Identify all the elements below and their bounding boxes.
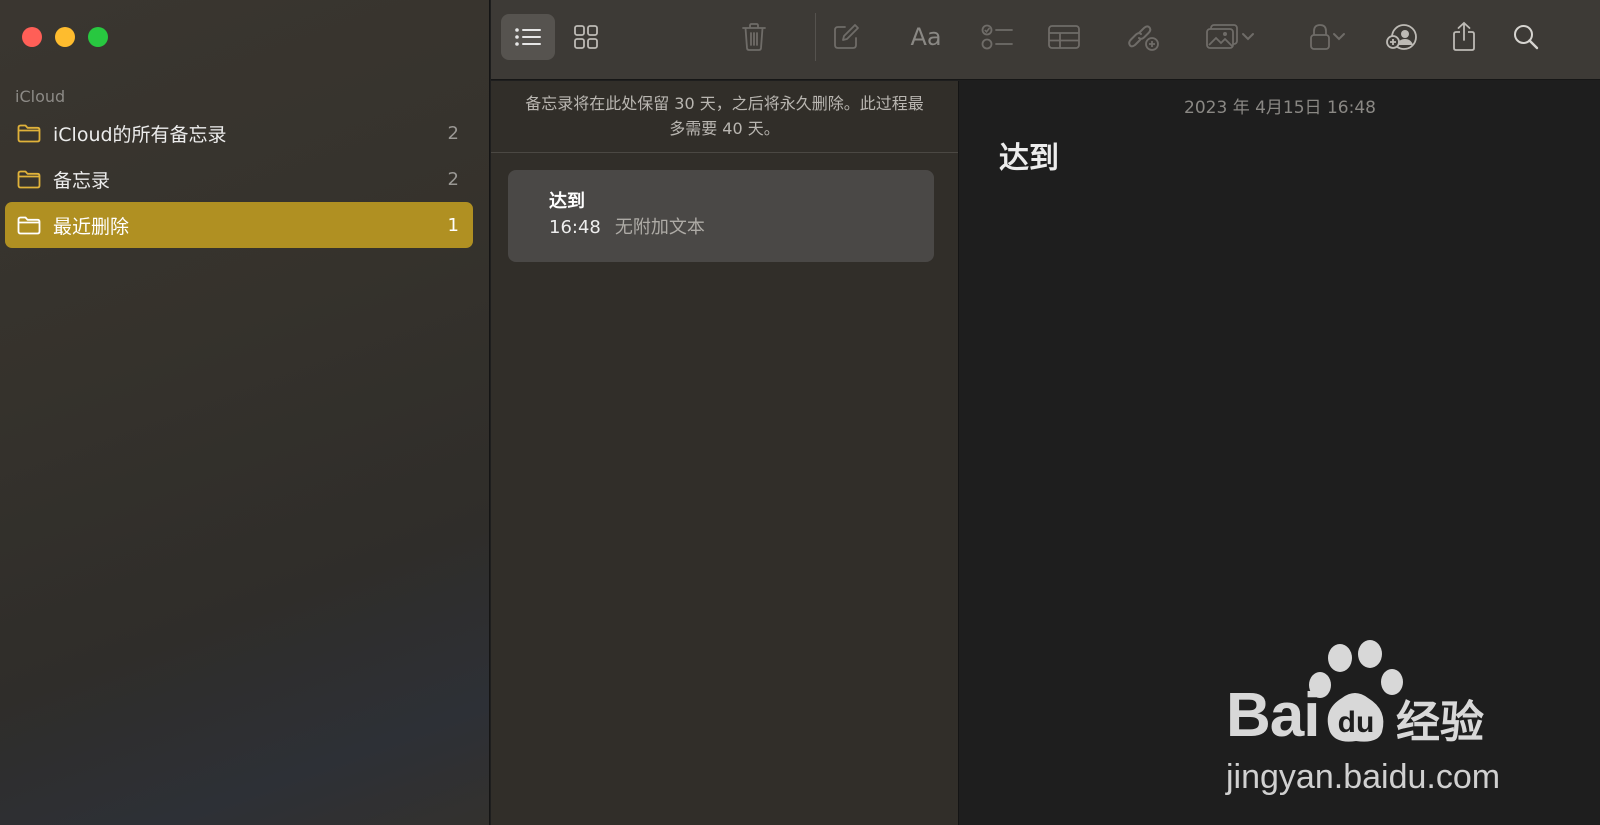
search-icon xyxy=(1514,25,1539,50)
note-time: 16:48 xyxy=(549,217,601,238)
sidebar-item-label: 备忘录 xyxy=(53,169,111,192)
toolbar: Aa xyxy=(491,0,1600,80)
format-button[interactable]: Aa xyxy=(901,14,951,60)
minimize-window-button[interactable] xyxy=(55,27,75,47)
folder-icon xyxy=(17,215,43,235)
new-note-button[interactable] xyxy=(823,14,869,60)
note-preview: 无附加文本 xyxy=(614,217,705,238)
notes-window: iCloud iCloud的所有备忘录 2 备忘录 2 最近删除 1 Aa 备忘… xyxy=(0,0,1600,825)
toolbar-divider xyxy=(815,13,816,61)
baidu-jingyan-watermark: du Bai 经验 jingyan.baidu.com xyxy=(1226,640,1526,800)
share-icon xyxy=(1453,21,1475,51)
media-menu-button[interactable] xyxy=(1195,14,1265,60)
sidebar-item-recently-deleted[interactable]: 最近删除 1 xyxy=(5,202,473,248)
lock-menu-button[interactable] xyxy=(1297,14,1357,60)
chevron-down-icon xyxy=(1333,33,1345,41)
recently-deleted-info: 备忘录将在此处保留 30 天，之后将永久删除。此过程最多需要 40 天。 xyxy=(491,81,958,153)
list-icon xyxy=(515,28,541,46)
note-title: 达到 xyxy=(549,191,585,212)
watermark-url: jingyan.baidu.com xyxy=(1226,758,1501,796)
table-button[interactable] xyxy=(1039,14,1089,60)
table-icon xyxy=(1048,25,1080,49)
compose-icon xyxy=(834,24,859,49)
list-item[interactable]: 达到 16:48 无附加文本 xyxy=(508,170,934,262)
gallery-view-button[interactable] xyxy=(561,14,611,60)
account-section-label: iCloud xyxy=(15,87,66,106)
svg-text:du: du xyxy=(1338,706,1375,739)
photo-icon xyxy=(1206,24,1238,49)
zoom-window-button[interactable] xyxy=(88,27,108,47)
sidebar: iCloud iCloud的所有备忘录 2 备忘录 2 最近删除 1 xyxy=(0,0,490,825)
checklist-icon xyxy=(981,24,1013,50)
folder-icon xyxy=(17,123,43,143)
collaborate-button[interactable] xyxy=(1377,14,1427,60)
lock-icon xyxy=(1310,24,1330,50)
add-link-button[interactable] xyxy=(1119,14,1169,60)
sidebar-item-all-icloud-notes[interactable]: iCloud的所有备忘录 2 xyxy=(5,110,473,156)
sidebar-item-label: 最近删除 xyxy=(53,215,130,238)
note-date: 2023 年 4月15日 16:48 xyxy=(1184,98,1376,118)
folder-icon xyxy=(17,169,43,189)
search-button[interactable] xyxy=(1503,14,1549,60)
watermark-brand-text: Bai xyxy=(1226,681,1320,750)
note-title-heading[interactable]: 达到 xyxy=(999,133,1059,177)
paw-logo-icon: du xyxy=(1309,640,1403,742)
note-meta: 16:48 无附加文本 xyxy=(549,216,934,240)
watermark-brand-cn: 经验 xyxy=(1396,697,1484,748)
chevron-down-icon xyxy=(1242,33,1254,41)
note-count: 2 xyxy=(447,122,459,144)
note-count: 2 xyxy=(447,168,459,190)
sidebar-item-label: iCloud的所有备忘录 xyxy=(53,123,227,146)
close-window-button[interactable] xyxy=(22,27,42,47)
window-controls xyxy=(22,27,108,47)
sidebar-item-notes[interactable]: 备忘录 2 xyxy=(5,156,473,202)
share-button[interactable] xyxy=(1441,14,1487,60)
note-count: 1 xyxy=(447,214,459,236)
notes-list: 备忘录将在此处保留 30 天，之后将永久删除。此过程最多需要 40 天。 达到 … xyxy=(491,81,959,825)
trash-icon xyxy=(742,23,766,51)
delete-note-button[interactable] xyxy=(731,14,777,60)
checklist-button[interactable] xyxy=(973,14,1023,60)
add-person-icon xyxy=(1386,24,1417,50)
format-text-icon: Aa xyxy=(910,23,942,51)
list-view-button[interactable] xyxy=(501,14,555,60)
link-plus-icon xyxy=(1128,25,1159,51)
grid-icon xyxy=(574,25,598,49)
